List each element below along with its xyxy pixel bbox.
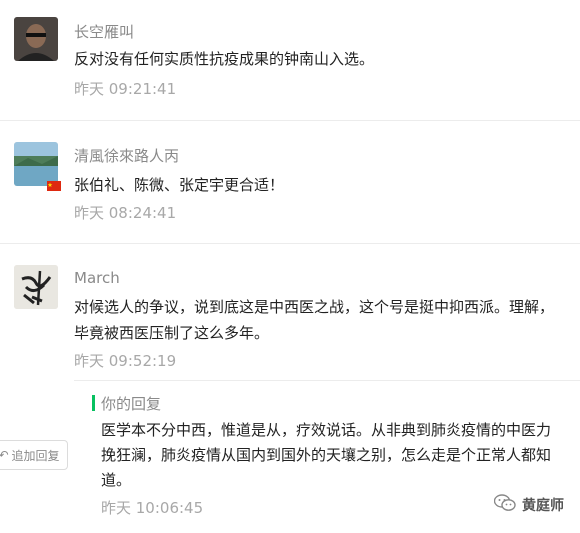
comment-nickname: 长空雁叫 bbox=[74, 23, 135, 41]
reply-icon: ↶ bbox=[0, 448, 9, 462]
wechat-icon bbox=[493, 494, 516, 516]
comment-time: 昨天 08:24:41 bbox=[74, 204, 177, 222]
add-reply-label: 追加回复 bbox=[11, 448, 60, 463]
comment-nickname: 清風徐來路人丙 bbox=[74, 147, 180, 165]
reply-content: 医学本不分中西，惟道是从，疗效说话。从非典到肺炎疫情的中医力挽狂澜，肺炎疫情从国… bbox=[101, 421, 552, 489]
watermark-label: 黄庭师 bbox=[522, 498, 564, 514]
divider bbox=[0, 243, 580, 244]
comment-time: 昨天 09:21:41 bbox=[74, 80, 177, 98]
divider bbox=[74, 380, 580, 381]
comment-content: 张伯礼、陈微、张定宇更合适！ bbox=[74, 176, 285, 194]
divider bbox=[0, 120, 580, 121]
reply-label: 你的回复 bbox=[101, 395, 162, 413]
china-flag-icon bbox=[47, 176, 61, 191]
reply-accent-bar bbox=[92, 395, 95, 411]
add-reply-button[interactable]: ↶ 追加回复 bbox=[0, 440, 68, 470]
comment-nickname: March bbox=[74, 269, 120, 287]
reply-time: 昨天 10:06:45 bbox=[101, 499, 204, 517]
comment-content: 对候选人的争议，说到底这是中西医之战，这个号是挺中抑西派。理解，毕竟被西医压制了… bbox=[74, 298, 555, 342]
avatar[interactable] bbox=[14, 265, 58, 309]
avatar[interactable] bbox=[14, 17, 58, 61]
comment-time: 昨天 09:52:19 bbox=[74, 352, 177, 370]
comment-content: 反对没有任何实质性抗疫成果的钟南山入选。 bbox=[74, 50, 375, 68]
watermark: 黄庭师 bbox=[493, 494, 564, 516]
